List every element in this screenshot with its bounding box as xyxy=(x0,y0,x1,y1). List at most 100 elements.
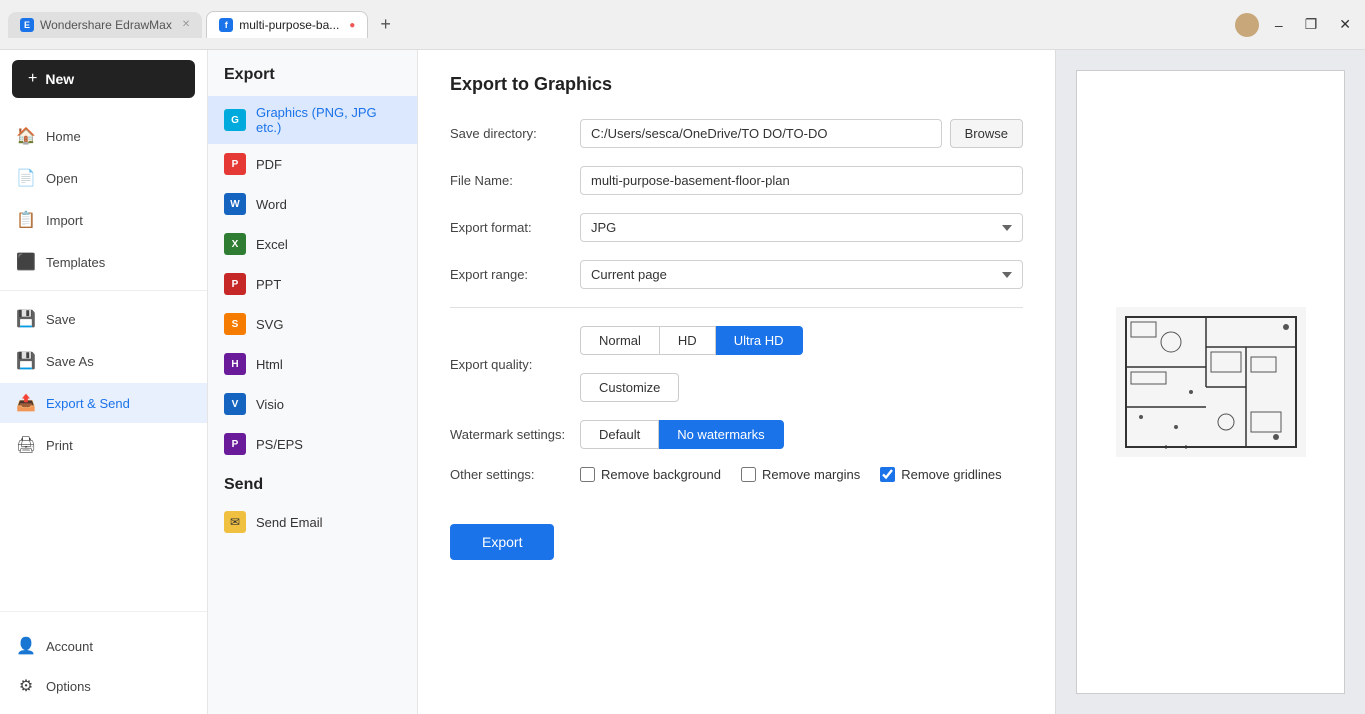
svg-icon: S xyxy=(224,313,246,335)
remove-margins-checkbox[interactable] xyxy=(741,467,756,482)
file-name-control xyxy=(580,166,1023,195)
sidebar-item-print[interactable]: 🖨 Print xyxy=(0,425,207,465)
send-section-title: Send xyxy=(208,464,417,502)
export-item-svg[interactable]: S SVG xyxy=(208,304,417,344)
tab-close-file[interactable]: ● xyxy=(349,20,355,31)
quality-normal-button[interactable]: Normal xyxy=(580,326,660,355)
sidebar-item-account[interactable]: 👤 Account xyxy=(0,626,207,666)
send-email-item[interactable]: ✉ Send Email xyxy=(208,502,417,542)
preview-image xyxy=(1077,71,1344,693)
visio-icon: V xyxy=(224,393,246,415)
file-name-label: File Name: xyxy=(450,173,580,188)
excel-icon: X xyxy=(224,233,246,255)
email-icon: ✉ xyxy=(224,511,246,533)
export-quality-label: Export quality: xyxy=(450,357,580,372)
browse-button[interactable]: Browse xyxy=(950,119,1023,148)
app-body: + New 🏠 Home 📄 Open 📋 Import ⬛ Templates xyxy=(0,50,1365,714)
floor-plan-svg xyxy=(1116,307,1306,457)
remove-background-text: Remove background xyxy=(601,467,721,482)
sidebar-item-export-send-label: Export & Send xyxy=(46,396,130,411)
user-avatar[interactable] xyxy=(1235,13,1259,37)
quality-hd-button[interactable]: HD xyxy=(660,326,716,355)
account-icon: 👤 xyxy=(16,636,36,656)
export-range-select[interactable]: Current page All pages Selected objects xyxy=(580,260,1023,289)
sidebar-item-open[interactable]: 📄 Open xyxy=(0,158,207,198)
watermark-row: Watermark settings: Default No watermark… xyxy=(450,420,1023,449)
send-email-label: Send Email xyxy=(256,515,322,530)
tab-close-edrawmax[interactable]: ✕ xyxy=(182,19,190,30)
export-button[interactable]: Export xyxy=(450,524,554,560)
remove-background-label[interactable]: Remove background xyxy=(580,467,721,482)
preview-inner xyxy=(1076,70,1345,694)
sidebar-item-save-as[interactable]: 💾 Save As xyxy=(0,341,207,381)
export-quality-control: Normal HD Ultra HD Customize xyxy=(580,326,1023,402)
sidebar-item-templates[interactable]: ⬛ Templates xyxy=(0,242,207,282)
watermark-none-button[interactable]: No watermarks xyxy=(659,420,783,449)
remove-margins-label[interactable]: Remove margins xyxy=(741,467,860,482)
sidebar-item-import[interactable]: 📋 Import xyxy=(0,200,207,240)
tab-file[interactable]: f multi-purpose-ba... ● xyxy=(206,11,368,38)
remove-gridlines-checkbox[interactable] xyxy=(880,467,895,482)
quality-btn-group: Normal HD Ultra HD xyxy=(580,326,803,355)
sidebar-item-options-label: Options xyxy=(46,679,91,694)
page-title: Export to Graphics xyxy=(450,74,1023,95)
maximize-button[interactable]: ❐ xyxy=(1299,14,1324,35)
save-directory-label: Save directory: xyxy=(450,126,580,141)
export-item-visio[interactable]: V Visio xyxy=(208,384,417,424)
sidebar-bottom: 👤 Account ⚙ Options xyxy=(0,618,207,714)
export-item-pseps[interactable]: P PS/EPS xyxy=(208,424,417,464)
preview-panel xyxy=(1055,50,1365,714)
sidebar-item-home-label: Home xyxy=(46,129,81,144)
export-item-pdf[interactable]: P PDF xyxy=(208,144,417,184)
close-button[interactable]: ✕ xyxy=(1333,14,1357,35)
remove-margins-text: Remove margins xyxy=(762,467,860,482)
export-item-ppt[interactable]: P PPT xyxy=(208,264,417,304)
save-directory-row: Save directory: Browse xyxy=(450,119,1023,148)
pdf-icon: P xyxy=(224,153,246,175)
sidebar-item-export-send[interactable]: 📤 Export & Send xyxy=(0,383,207,423)
print-icon: 🖨 xyxy=(16,435,36,455)
export-range-row: Export range: Current page All pages Sel… xyxy=(450,260,1023,289)
file-name-row: File Name: xyxy=(450,166,1023,195)
tab-file-label: multi-purpose-ba... xyxy=(239,18,339,32)
save-directory-input[interactable] xyxy=(580,119,942,148)
export-item-excel[interactable]: X Excel xyxy=(208,224,417,264)
export-item-word-label: Word xyxy=(256,197,287,212)
sidebar-item-save-as-label: Save As xyxy=(46,354,94,369)
export-item-svg-label: SVG xyxy=(256,317,283,332)
watermark-default-button[interactable]: Default xyxy=(580,420,659,449)
quality-ultrahd-button[interactable]: Ultra HD xyxy=(716,326,803,355)
ppt-icon: P xyxy=(224,273,246,295)
export-item-word[interactable]: W Word xyxy=(208,184,417,224)
tab-edrawmax[interactable]: E Wondershare EdrawMax ✕ xyxy=(8,12,202,38)
new-tab-button[interactable]: + xyxy=(372,10,399,39)
new-button-label: New xyxy=(45,71,74,87)
browser-chrome: E Wondershare EdrawMax ✕ f multi-purpose… xyxy=(0,0,1365,50)
watermark-control: Default No watermarks xyxy=(580,420,1023,449)
sidebar-item-print-label: Print xyxy=(46,438,73,453)
sidebar-item-options[interactable]: ⚙ Options xyxy=(0,666,207,706)
export-item-graphics-label: Graphics (PNG, JPG etc.) xyxy=(256,105,401,135)
minimize-button[interactable]: – xyxy=(1269,15,1289,35)
sidebar-item-save[interactable]: 💾 Save xyxy=(0,299,207,339)
remove-gridlines-text: Remove gridlines xyxy=(901,467,1001,482)
open-icon: 📄 xyxy=(16,168,36,188)
file-name-input[interactable] xyxy=(580,166,1023,195)
new-button[interactable]: + New xyxy=(12,60,195,98)
export-item-graphics[interactable]: G Graphics (PNG, JPG etc.) xyxy=(208,96,417,144)
sidebar-divider-2 xyxy=(0,611,207,612)
sidebar-item-home[interactable]: 🏠 Home xyxy=(0,116,207,156)
customize-button[interactable]: Customize xyxy=(580,373,679,402)
export-item-excel-label: Excel xyxy=(256,237,288,252)
export-range-control: Current page All pages Selected objects xyxy=(580,260,1023,289)
new-plus-icon: + xyxy=(28,70,37,88)
export-send-icon: 📤 xyxy=(16,393,36,413)
remove-background-checkbox[interactable] xyxy=(580,467,595,482)
export-format-control: JPG PNG BMP GIF SVG xyxy=(580,213,1023,242)
remove-gridlines-label[interactable]: Remove gridlines xyxy=(880,467,1001,482)
export-range-label: Export range: xyxy=(450,267,580,282)
export-format-select[interactable]: JPG PNG BMP GIF SVG xyxy=(580,213,1023,242)
export-button-container: Export xyxy=(450,500,1023,560)
export-item-html[interactable]: H Html xyxy=(208,344,417,384)
watermark-label: Watermark settings: xyxy=(450,427,580,442)
